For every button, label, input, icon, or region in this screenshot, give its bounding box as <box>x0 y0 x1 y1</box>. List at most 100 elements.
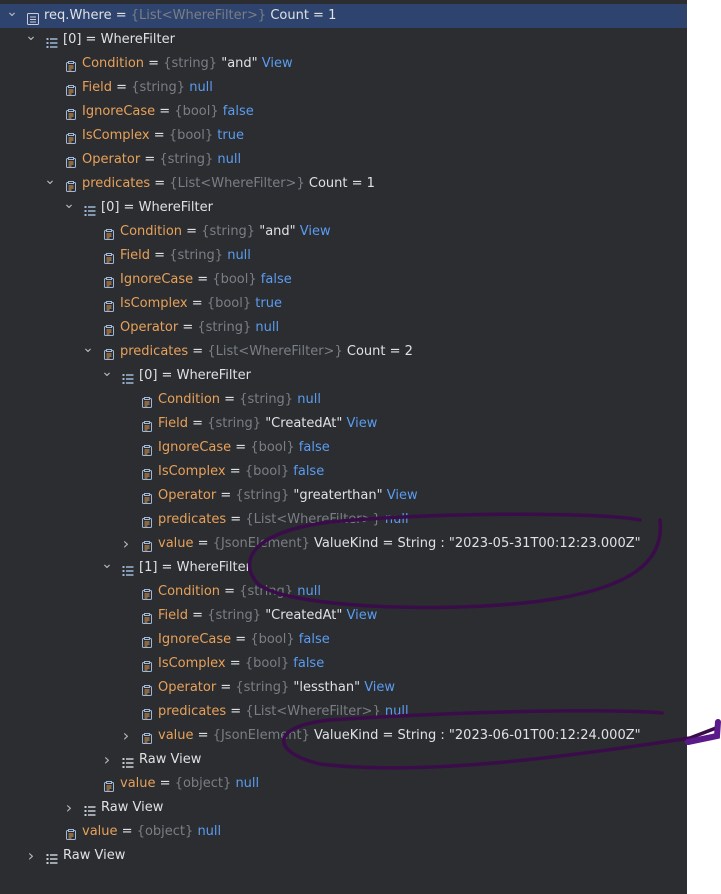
tree-row[interactable]: Operator = {string} null <box>0 316 687 340</box>
tree-row-raw-view[interactable]: › Raw View <box>0 748 687 772</box>
tree-row[interactable]: ⌄ req.Where = {List<WhereFilter>} Count =… <box>0 4 687 28</box>
chevron-down-icon[interactable]: ⌄ <box>25 28 37 52</box>
tree-row[interactable]: ⌄ [0] = WhereFilter <box>0 196 687 220</box>
row-text: Condition = {string} null <box>158 388 321 412</box>
row-text: [0] = WhereFilter <box>101 196 213 220</box>
tree-row[interactable]: › value = {JsonElement} ValueKind = Strin… <box>0 532 687 556</box>
property-icon <box>141 466 153 480</box>
variable-name: Condition <box>82 56 145 71</box>
equals-sign: = <box>155 776 175 791</box>
tree-row[interactable]: Operator = {string} "greaterthan" View <box>0 484 687 508</box>
variable-value: ValueKind = String : "2023-05-31T00:12:2… <box>314 536 641 551</box>
tree-row[interactable]: predicates = {List<WhereFilter>} null <box>0 508 687 532</box>
chevron-right-icon[interactable]: › <box>25 844 37 868</box>
property-icon <box>65 130 77 144</box>
tree-row[interactable]: Field = {string} null <box>0 244 687 268</box>
array-item-icon <box>84 202 96 216</box>
view-link[interactable]: View <box>347 416 378 431</box>
tree-row[interactable]: Field = {string} "CreatedAt" View <box>0 412 687 436</box>
row-text: Operator = {string} "lessthan" View <box>158 676 395 700</box>
chevron-down-icon[interactable]: ⌄ <box>101 364 113 388</box>
tree-row-raw-view[interactable]: › Raw View <box>0 796 687 820</box>
variable-value: false <box>293 464 325 479</box>
variable-name: IgnoreCase <box>120 272 194 287</box>
chevron-right-icon[interactable]: › <box>120 724 132 748</box>
tree-row[interactable]: ⌄ predicates = {List<WhereFilter>} Count … <box>0 340 687 364</box>
tree-row[interactable]: › value = {JsonElement} ValueKind = Strin… <box>0 724 687 748</box>
property-icon <box>65 154 77 168</box>
tree-row[interactable]: predicates = {List<WhereFilter>} null <box>0 700 687 724</box>
variable-name: IgnoreCase <box>82 104 156 119</box>
chevron-down-icon[interactable]: ⌄ <box>6 4 18 28</box>
variable-name: Raw View <box>139 752 202 767</box>
tree-row[interactable]: Condition = {string} "and" View <box>0 220 687 244</box>
tree-row[interactable]: ⌄ [0] = WhereFilter <box>0 28 687 52</box>
tree-row[interactable]: Operator = {string} null <box>0 148 687 172</box>
variable-type: {JsonElement} <box>212 536 310 551</box>
chevron-down-icon[interactable]: ⌄ <box>44 172 56 196</box>
variable-type: {object} <box>174 776 232 791</box>
property-icon <box>65 106 77 120</box>
row-text: Field = {string} null <box>82 76 213 100</box>
variable-name: Operator <box>120 320 179 335</box>
property-icon <box>103 778 115 792</box>
tree-row[interactable]: IsComplex = {bool} true <box>0 292 687 316</box>
equals-sign: = <box>150 248 170 263</box>
tree-row[interactable]: ⌄ predicates = {List<WhereFilter>} Count … <box>0 172 687 196</box>
tree-row[interactable]: Operator = {string} "lessthan" View <box>0 676 687 700</box>
chevron-right-icon[interactable]: › <box>101 748 113 772</box>
tree-row[interactable]: IgnoreCase = {bool} false <box>0 628 687 652</box>
tree-row[interactable]: Field = {string} null <box>0 76 687 100</box>
tree-row[interactable]: IsComplex = {bool} false <box>0 652 687 676</box>
property-icon <box>141 538 153 552</box>
tree-row[interactable]: Condition = {string} null <box>0 580 687 604</box>
chevron-down-icon[interactable]: ⌄ <box>101 556 113 580</box>
variable-name: Condition <box>158 392 221 407</box>
tree-row[interactable]: Condition = {string} "and" View <box>0 52 687 76</box>
variable-type: {List<WhereFilter>} <box>169 176 305 191</box>
equals-sign: = <box>150 176 170 191</box>
chevron-right-icon[interactable]: › <box>63 796 75 820</box>
chevron-down-icon[interactable]: ⌄ <box>82 340 94 364</box>
tree-row[interactable]: ⌄ [0] = WhereFilter <box>0 364 687 388</box>
tree-row[interactable]: Condition = {string} null <box>0 388 687 412</box>
tree-row[interactable]: ⌄ [1] = WhereFilter <box>0 556 687 580</box>
variable-name: Field <box>158 416 189 431</box>
tree-row[interactable]: IgnoreCase = {bool} false <box>0 436 687 460</box>
property-icon <box>141 490 153 504</box>
tree-row[interactable]: IsComplex = {bool} true <box>0 124 687 148</box>
variable-value: null <box>384 704 409 719</box>
tree-row-raw-view[interactable]: › Raw View <box>0 844 687 868</box>
view-link[interactable]: View <box>262 56 293 71</box>
variable-name: value <box>158 728 194 743</box>
chevron-right-icon[interactable]: › <box>120 532 132 556</box>
property-icon <box>65 826 77 840</box>
property-icon <box>141 682 153 696</box>
tree-row[interactable]: IgnoreCase = {bool} false <box>0 268 687 292</box>
variable-value: "CreatedAt" <box>265 416 343 431</box>
variable-type: {List<WhereFilter>} <box>130 8 267 23</box>
variable-value: null <box>217 152 242 167</box>
tree-row[interactable]: value = {object} null <box>0 772 687 796</box>
list-icon <box>27 10 39 25</box>
row-text: value = {object} null <box>82 820 221 844</box>
row-text: value = {object} null <box>120 772 259 796</box>
equals-sign: = <box>220 392 240 407</box>
view-link[interactable]: View <box>364 680 395 695</box>
tree-row[interactable]: Field = {string} "CreatedAt" View <box>0 604 687 628</box>
tree-row[interactable]: value = {object} null <box>0 820 687 844</box>
chevron-down-icon[interactable]: ⌄ <box>63 196 75 220</box>
view-link[interactable]: View <box>347 608 378 623</box>
variable-type: {string} <box>235 680 290 695</box>
tree-row[interactable]: IsComplex = {bool} false <box>0 460 687 484</box>
variable-type: {bool} <box>212 272 257 287</box>
tree-row[interactable]: IgnoreCase = {bool} false <box>0 100 687 124</box>
equals-sign: = <box>112 80 132 95</box>
view-link[interactable]: View <box>300 224 331 239</box>
variable-value: "lessthan" <box>293 680 361 695</box>
variable-type: {bool} <box>250 632 295 647</box>
property-icon <box>103 226 115 240</box>
variable-name: [0] <box>101 200 120 215</box>
row-text: Condition = {string} null <box>158 580 321 604</box>
view-link[interactable]: View <box>387 488 418 503</box>
